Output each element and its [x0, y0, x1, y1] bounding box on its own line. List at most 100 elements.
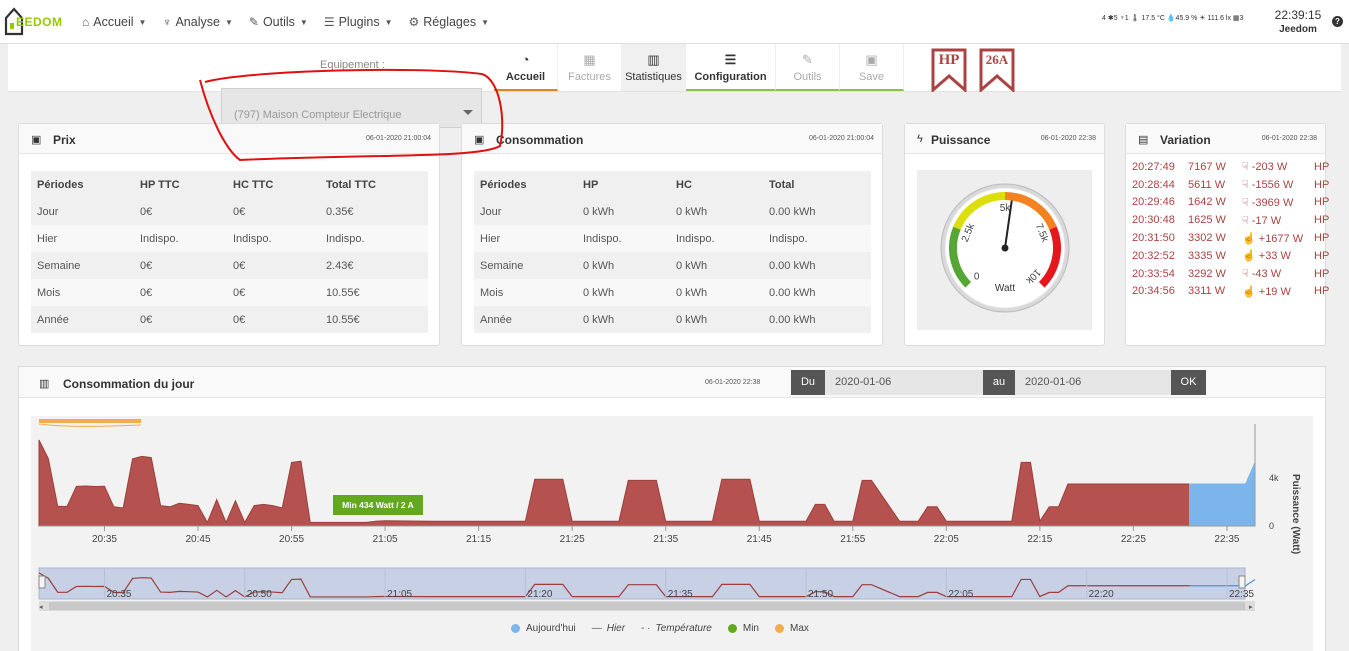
var-time: 20:28:44 [1132, 178, 1175, 191]
bar-chart-icon: ▥ [647, 52, 660, 67]
cell: 0 kWh [670, 279, 763, 306]
navigator-tick-label: 22:35 [1229, 589, 1254, 600]
var-time: 20:32:52 [1132, 249, 1175, 262]
cell: 0.00 kWh [763, 306, 871, 333]
cell: 10.55€ [320, 279, 428, 306]
navigator-window[interactable] [38, 567, 1246, 600]
hp-badge: HP [938, 52, 960, 68]
tab-statistiques[interactable]: ▥ Statistiques [622, 44, 686, 91]
cell: 0 kWh [577, 279, 670, 306]
table-row: Année 0 kWh 0 kWh 0.00 kWh [474, 306, 871, 333]
x-tick-label: 22:25 [1121, 534, 1146, 545]
scroll-left-icon[interactable]: ◂ [39, 604, 43, 611]
consumption-chart[interactable]: 20:35 20:45 20:55 21:05 21:15 21:25 21:35 21:45… [31, 416, 1313, 651]
cell: 0.00 kWh [763, 198, 871, 225]
var-delta-value: +1677 W [1258, 232, 1304, 245]
status-summary[interactable]: 4 ✱5 ♆1 🌡 17.5 °C 💧45.9 % ☀ 111.6 lx ▦3 [1102, 14, 1243, 22]
clock: 22:39:15 [1274, 8, 1322, 22]
list-item: 20:27:49 7167 W ☟ -203 W HP [1132, 158, 1334, 176]
table-row: Jour 0 kWh 0 kWh 0.00 kWh [474, 198, 871, 225]
cell: Hier [474, 225, 577, 252]
tab-factures[interactable]: ▦ Factures [558, 44, 622, 91]
var-delta: ☟ -3969 W [1242, 196, 1314, 209]
var-time: 20:30:48 [1132, 214, 1175, 227]
panel-date: 06-01-2020 21:00:04 [809, 135, 874, 142]
var-delta-value: -203 W [1251, 161, 1288, 174]
legend-item[interactable]: Max [774, 623, 809, 634]
table-row: Année 0€ 0€ 10.55€ [31, 306, 428, 333]
chart-area: 20:35 20:45 20:55 21:05 21:15 21:25 21:35 21:45… [31, 416, 1313, 651]
var-tarif: HP [1314, 285, 1330, 298]
legend-item[interactable]: - · Température [641, 623, 712, 634]
cell: 0.00 kWh [763, 252, 871, 279]
max-curve [38, 423, 142, 427]
tab-outils[interactable]: ✎ Outils [776, 44, 840, 91]
tab-save[interactable]: ▣ Save [840, 44, 904, 91]
cell: 0€ [227, 306, 320, 333]
legend-item[interactable]: — Hier [592, 623, 625, 634]
cell: 0€ [134, 198, 227, 225]
var-delta: ☝ +33 W [1242, 249, 1314, 262]
var-watt: 3311 W [1188, 285, 1226, 298]
navigator-tick-label: 22:05 [948, 589, 973, 600]
tooltip-text: Min 434 Watt / 2 A [342, 500, 414, 510]
hand-up-icon: ☝ [1242, 250, 1259, 263]
power-gauge: 0 2.5k 5k 7.5k 10k Watt [917, 170, 1092, 330]
tab-configuration[interactable]: ☰ Configuration [686, 44, 776, 91]
hand-down-icon: ☟ [1242, 214, 1252, 227]
user-name[interactable]: Jeedom [1272, 24, 1324, 35]
var-time: 20:33:54 [1132, 267, 1175, 280]
x-tick-label: 21:15 [466, 534, 491, 545]
legend-item[interactable]: Min [727, 623, 759, 634]
table-row: Hier Indispo. Indispo. Indispo. [474, 225, 871, 252]
du-label: Du [791, 370, 825, 395]
legend-dot [511, 624, 520, 633]
var-time: 20:34:56 [1132, 285, 1175, 298]
puissance-panel: ϟ Puissance 06-01-2020 22:38 0 2.5k 5k 7… [904, 123, 1105, 346]
navigator-tick-label: 21:20 [527, 589, 552, 600]
hand-up-icon: ☝ [1242, 285, 1259, 298]
navigator-handle-right[interactable] [1238, 575, 1246, 589]
scroll-right-icon[interactable]: ▸ [1249, 604, 1253, 611]
cell: Jour [31, 198, 134, 225]
cell: 0€ [227, 198, 320, 225]
scrollbar-thumb[interactable] [49, 602, 1245, 610]
cell: Jour [474, 198, 577, 225]
ok-button[interactable]: OK [1171, 370, 1206, 395]
legend-item[interactable]: Aujourd'hui [511, 623, 576, 634]
wrench-icon: ✎ [802, 52, 813, 67]
panel-title: Consommation du jour [63, 377, 195, 391]
y-axis-label: Puissance (Watt) [1290, 474, 1301, 554]
start-date-input[interactable]: 2020-01-06 [825, 370, 983, 395]
help-icon[interactable]: ? [1332, 16, 1343, 27]
tab-label: Outils [793, 71, 822, 83]
x-tick-label: 21:45 [747, 534, 772, 545]
legend-dot [774, 624, 784, 633]
cell: Année [31, 306, 134, 333]
cell: 0 kWh [577, 306, 670, 333]
legend-dot [727, 624, 737, 633]
cell: Indispo. [670, 225, 763, 252]
x-tick-label: 21:05 [373, 534, 398, 545]
main-plot [38, 424, 1256, 527]
legend-label: Hier [606, 623, 626, 634]
tab-label: Statistiques [625, 71, 682, 83]
table-row: Mois 0 kWh 0 kWh 0.00 kWh [474, 279, 871, 306]
bolt-icon: ϟ [917, 133, 923, 145]
min-tooltip: Min 434 Watt / 2 A [333, 495, 423, 515]
cell: 0 kWh [670, 306, 763, 333]
end-date-input[interactable]: 2020-01-06 [1015, 370, 1171, 395]
panel-title: Puissance [931, 133, 991, 147]
list-item: 20:33:54 3292 W ☟ -43 W HP [1132, 265, 1334, 283]
x-tick-label: 20:35 [92, 534, 117, 545]
navigator-handle-left[interactable] [38, 575, 46, 589]
cell: Indispo. [227, 225, 320, 252]
var-delta-value: +33 W [1258, 250, 1291, 263]
cell: 0€ [134, 252, 227, 279]
var-time: 20:31:50 [1132, 232, 1175, 245]
var-tarif: HP [1314, 249, 1330, 262]
var-watt: 1642 W [1188, 196, 1226, 209]
navigator-tick-label: 21:50 [808, 589, 833, 600]
hand-down-icon: ☟ [1242, 161, 1252, 174]
consommation-table: Périodes HP HC Total Jour 0 kWh 0 kWh 0.00 … [474, 171, 871, 333]
